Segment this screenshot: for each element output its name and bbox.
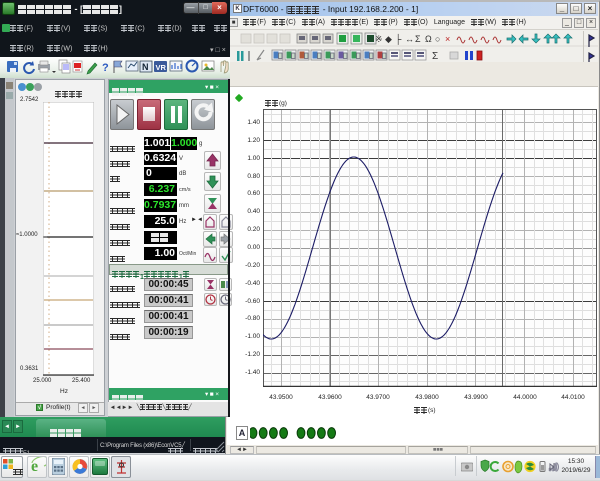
svg-text:○: ○: [435, 34, 440, 44]
svg-text:VR: VR: [156, 63, 167, 72]
svg-text:e: e: [31, 458, 38, 475]
svg-text:×: ×: [445, 34, 450, 44]
svg-text:※: ※: [375, 34, 383, 44]
svg-text:Σ: Σ: [432, 51, 438, 62]
svg-text:◆: ◆: [385, 34, 392, 44]
svg-text:?: ?: [102, 62, 109, 74]
svg-text:N: N: [142, 62, 149, 72]
svg-text:Σ: Σ: [415, 34, 421, 44]
svg-text:↔: ↔: [405, 34, 414, 44]
svg-text:├: ├: [395, 33, 402, 45]
svg-text:Ω: Ω: [425, 34, 432, 44]
